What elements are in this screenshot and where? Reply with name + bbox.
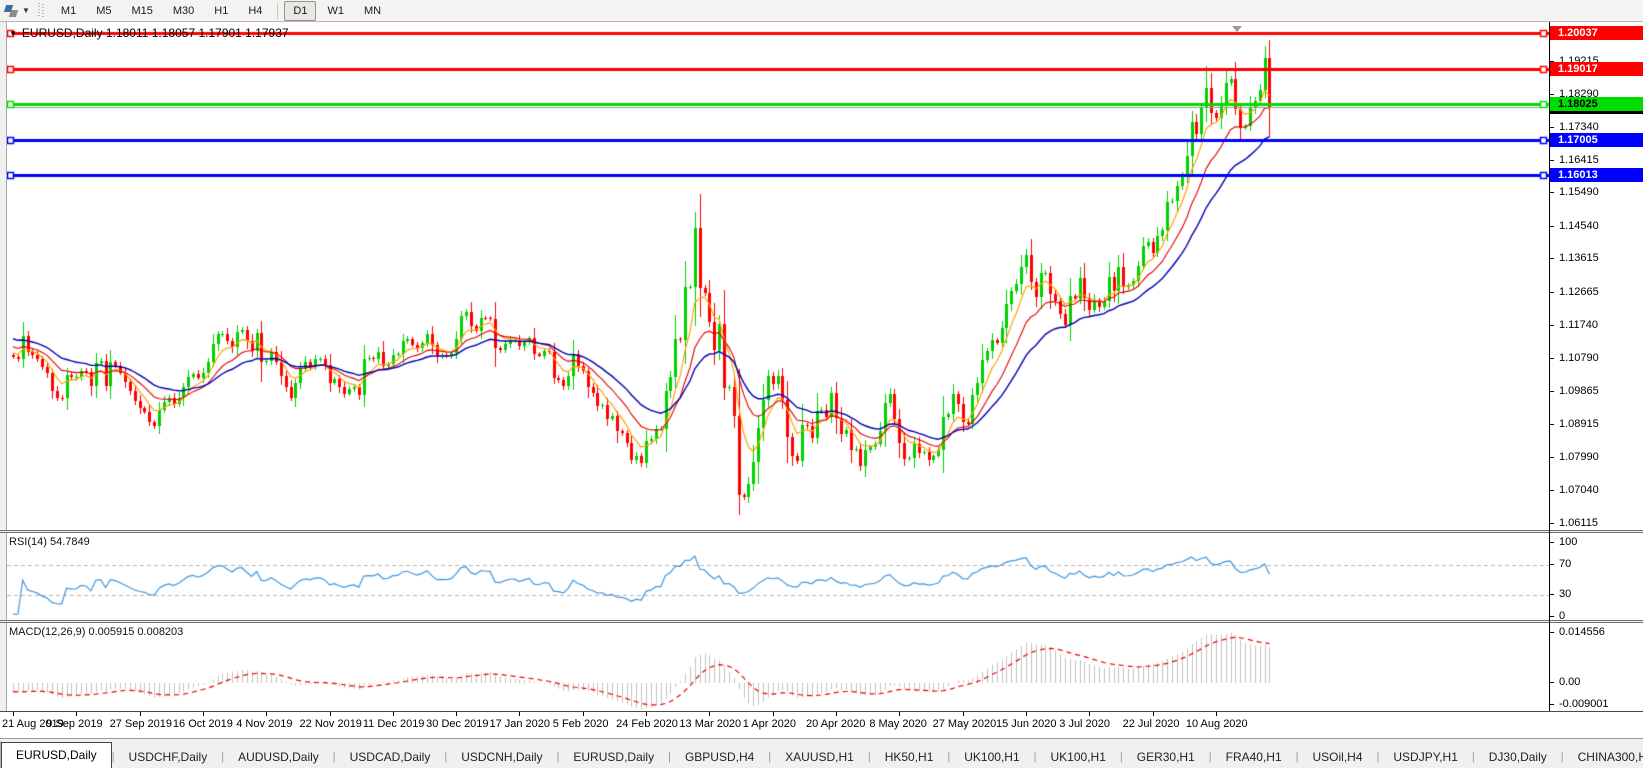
hline-price-badge[interactable]: 1.16013 [1550, 168, 1643, 182]
hline-price-badge[interactable]: 1.19017 [1550, 62, 1643, 76]
price-tick-label: 1.11740 [1549, 319, 1598, 332]
toolbar-divider [277, 3, 278, 19]
price-tick-label: 1.13615 [1549, 252, 1599, 265]
chart-title: EURUSD,Daily 1.18011 1.18057 1.17901 1.1… [22, 26, 289, 40]
one-click-trading-icon[interactable]: ▼ [9, 29, 17, 38]
date-tick [963, 712, 964, 716]
tab-usoil-h4[interactable]: USOil,H4 [1299, 746, 1377, 768]
tab-dj30-daily[interactable]: DJ30,Daily [1475, 746, 1561, 768]
timeframe-button-w1[interactable]: W1 [318, 1, 353, 21]
date-tick [1089, 712, 1090, 716]
timeframe-button-mn[interactable]: MN [355, 1, 390, 21]
date-tick [456, 712, 457, 716]
tab-gbpusd-h4[interactable]: GBPUSD,H4 [671, 746, 768, 768]
macd-tick-label: 0.00 [1549, 676, 1580, 689]
tab-usdjpy-h1[interactable]: USDJPY,H1 [1379, 746, 1471, 768]
tab-usdcad-daily[interactable]: USDCAD,Daily [336, 746, 445, 768]
macd-indicator-label: MACD(12,26,9) 0.005915 0.008203 [9, 626, 183, 638]
date-tick [203, 712, 204, 716]
timeframe-button-h4[interactable]: H4 [239, 1, 271, 21]
date-tick [1026, 712, 1027, 716]
tab-eurusd-daily[interactable]: EURUSD,Daily [559, 746, 668, 768]
date-tick [1216, 712, 1217, 716]
timeframe-button-m30[interactable]: M30 [164, 1, 203, 21]
tab-xauusd-h1[interactable]: XAUUSD,H1 [771, 746, 868, 768]
timeframe-buttons: M1M5M15M30H1H4 D1W1MN [51, 1, 391, 21]
date-tick [899, 712, 900, 716]
timeframe-button-m1[interactable]: M1 [52, 1, 85, 21]
date-tick [519, 712, 520, 716]
tab-eurusd-daily[interactable]: EURUSD,Daily [1, 742, 112, 768]
price-tick-label: 1.09865 [1549, 385, 1599, 398]
price-tick-label: 1.14540 [1549, 220, 1599, 233]
price-tick-label: 1.15490 [1549, 186, 1599, 199]
date-tick [393, 712, 394, 716]
date-tick [773, 712, 774, 716]
mt4-terminal: { "toolbar": { "chart_tool_icon": "chart… [0, 0, 1643, 768]
macd-tick-label: -0.009001 [1549, 698, 1609, 711]
tab-hk50-h1[interactable]: HK50,H1 [871, 746, 948, 768]
top-toolbar: ▼ M1M5M15M30H1H4 D1W1MN [0, 0, 1643, 22]
timeframe-button-h1[interactable]: H1 [205, 1, 237, 21]
tab-usdcnh-daily[interactable]: USDCNH,Daily [447, 746, 556, 768]
tab-ger30-h1[interactable]: GER30,H1 [1123, 746, 1209, 768]
chart-shift-marker-icon[interactable] [1232, 26, 1242, 32]
tab-china300-h1[interactable]: CHINA300,H1 [1564, 746, 1643, 768]
price-tick-label: 1.16415 [1549, 154, 1599, 167]
rsi-indicator-label: RSI(14) 54.7849 [9, 536, 90, 548]
chart-tab-bar: EURUSD,Daily|USDCHF,Daily|AUDUSD,Daily|U… [0, 738, 1643, 768]
rsi-canvas[interactable] [7, 533, 1549, 620]
price-tick-label: 1.08915 [1549, 418, 1599, 431]
date-tick [76, 712, 77, 716]
date-label: 10 Aug 2020 [1186, 718, 1266, 730]
rsi-tick-label: 100 [1549, 536, 1577, 549]
timeframe-button-m5[interactable]: M5 [87, 1, 120, 21]
date-tick [330, 712, 331, 716]
tab-audusd-daily[interactable]: AUDUSD,Daily [224, 746, 333, 768]
pane-separator[interactable] [0, 620, 1643, 623]
date-tick [266, 712, 267, 716]
chart-windows-icon[interactable] [4, 3, 21, 18]
date-tick [140, 712, 141, 716]
tab-uk100-h1[interactable]: UK100,H1 [950, 746, 1033, 768]
rsi-tick-label: 0 [1549, 610, 1565, 623]
date-tick [646, 712, 647, 716]
timeframe-button-d1[interactable]: D1 [284, 1, 316, 21]
price-tick-label: 1.07040 [1549, 484, 1599, 497]
toolbar-grip-handle[interactable] [38, 3, 44, 18]
rsi-tick-label: 30 [1549, 588, 1571, 601]
chevron-down-icon[interactable]: ▼ [22, 6, 30, 15]
price-tick-label: 1.10790 [1549, 352, 1599, 365]
hline-price-badge[interactable]: 1.20037 [1550, 26, 1643, 40]
price-tick-label: 1.07990 [1549, 451, 1599, 464]
tab-fra40-h1[interactable]: FRA40,H1 [1212, 746, 1296, 768]
rsi-tick-label: 70 [1549, 558, 1571, 571]
date-tick [1153, 712, 1154, 716]
date-tick [13, 712, 14, 716]
main-chart-canvas[interactable] [7, 24, 1549, 530]
tab-usdchf-daily[interactable]: USDCHF,Daily [115, 746, 222, 768]
window-left-border [0, 22, 7, 737]
chart-window: ▼ EURUSD,Daily 1.18011 1.18057 1.17901 1… [0, 22, 1643, 738]
timeframe-button-m15[interactable]: M15 [122, 1, 161, 21]
macd-canvas[interactable] [7, 623, 1549, 711]
price-tick-label: 1.12665 [1549, 286, 1599, 299]
macd-tick-label: 0.014556 [1549, 626, 1605, 639]
hline-price-badge[interactable]: 1.18025 [1550, 97, 1643, 111]
date-tick [836, 712, 837, 716]
price-tick-label: 1.06115 [1549, 517, 1598, 530]
date-tick [583, 712, 584, 716]
chart-title-row: ▼ EURUSD,Daily 1.18011 1.18057 1.17901 1… [9, 26, 289, 40]
tab-uk100-h1[interactable]: UK100,H1 [1037, 746, 1120, 768]
date-axis: 21 Aug 20199 Sep 201927 Sep 201916 Oct 2… [0, 711, 1643, 739]
date-tick [709, 712, 710, 716]
hline-price-badge[interactable]: 1.17005 [1550, 133, 1643, 147]
pane-separator[interactable] [0, 530, 1643, 533]
